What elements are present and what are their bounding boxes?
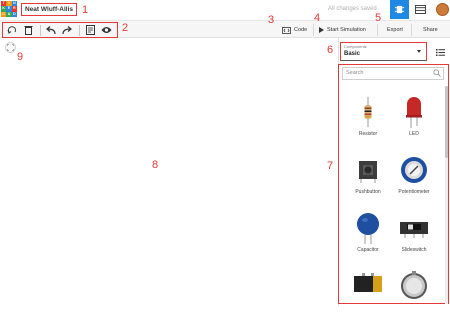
notes-icon bbox=[85, 25, 95, 35]
notes-button[interactable] bbox=[83, 23, 97, 37]
component-tile-led[interactable]: LED bbox=[392, 94, 436, 142]
list-view-icon bbox=[435, 48, 445, 56]
circuit-view-button[interactable] bbox=[390, 0, 409, 19]
play-icon bbox=[319, 27, 324, 33]
workplane-canvas[interactable] bbox=[0, 38, 337, 306]
search-icon bbox=[433, 69, 441, 77]
resistor-icon bbox=[364, 97, 372, 127]
list-view-button[interactable] bbox=[434, 46, 446, 58]
chevron-down-icon bbox=[417, 50, 421, 53]
annotation-number: 3 bbox=[268, 14, 275, 26]
rotate-icon bbox=[7, 26, 16, 34]
annotation-number: 8 bbox=[152, 159, 159, 171]
export-label: Export bbox=[387, 27, 403, 33]
toolbar-divider bbox=[411, 24, 412, 36]
circuit-view-icon bbox=[394, 5, 405, 14]
logo-letter: D bbox=[11, 11, 17, 17]
delete-button[interactable] bbox=[21, 23, 35, 37]
slideswitch-icon bbox=[400, 222, 428, 238]
component-tile-potentiometer[interactable]: Potentiometer bbox=[392, 152, 436, 200]
component-tile-resistor[interactable]: Resistor bbox=[346, 94, 390, 142]
component-label: Resistor bbox=[358, 131, 378, 137]
component-tile-pushbutton[interactable]: Pushbutton bbox=[346, 152, 390, 200]
component-tile-slideswitch[interactable]: Slideswitch bbox=[392, 210, 436, 258]
annotation-number: 9 bbox=[17, 51, 24, 63]
toolbar-divider bbox=[40, 24, 41, 36]
component-label: Pushbutton bbox=[355, 189, 381, 195]
app-header: T I N K E R C A D Neat Wluff-Allis All c… bbox=[0, 0, 450, 20]
component-tile-battery[interactable] bbox=[346, 270, 390, 318]
zoom-to-fit-button[interactable] bbox=[5, 42, 16, 53]
redo-button[interactable] bbox=[60, 23, 74, 37]
annotation-number: 6 bbox=[327, 44, 334, 56]
save-status: All changes saved bbox=[328, 6, 377, 12]
code-button[interactable]: Code bbox=[279, 23, 310, 37]
circuit-name-field[interactable]: Neat Wluff-Allis bbox=[21, 3, 78, 16]
toolbar-divider bbox=[377, 24, 378, 36]
undo-icon bbox=[46, 25, 56, 34]
export-button[interactable]: Export bbox=[384, 23, 406, 37]
schematic-view-button[interactable] bbox=[411, 0, 430, 19]
component-label: LED bbox=[409, 131, 419, 137]
pushbutton-icon bbox=[359, 161, 377, 183]
schematic-view-icon bbox=[415, 5, 426, 14]
component-tile-coin-cell[interactable] bbox=[392, 270, 436, 318]
annotation-number: 5 bbox=[375, 12, 382, 24]
share-button[interactable]: Share bbox=[420, 23, 441, 37]
potentiometer-icon bbox=[401, 157, 427, 183]
toolbar-divider bbox=[313, 24, 314, 36]
undo-button[interactable] bbox=[44, 23, 58, 37]
toolbar-divider bbox=[79, 24, 80, 36]
capacitor-icon bbox=[357, 213, 379, 244]
edit-tools-group bbox=[2, 22, 118, 38]
led-icon bbox=[406, 97, 422, 128]
user-avatar[interactable] bbox=[436, 3, 449, 16]
components-category-select[interactable]: Components Basic bbox=[340, 42, 427, 61]
edit-toolbar: Code Start Simulation Export Share bbox=[0, 20, 450, 38]
component-label: Potentiometer bbox=[398, 189, 430, 195]
rotate-button[interactable] bbox=[5, 23, 19, 37]
component-label: Capacitor bbox=[357, 247, 379, 253]
trash-icon bbox=[24, 26, 32, 35]
panel-scroll-thumb[interactable] bbox=[445, 86, 448, 158]
component-search-input[interactable]: Search bbox=[342, 67, 444, 80]
code-label: Code bbox=[294, 27, 308, 33]
start-simulation-label: Start Simulation bbox=[327, 27, 366, 33]
component-label: Slideswitch bbox=[401, 247, 427, 253]
code-icon bbox=[282, 26, 291, 34]
battery-icon bbox=[354, 273, 382, 292]
tinkercad-logo[interactable]: T I N K E R C A D bbox=[1, 1, 17, 17]
fit-view-icon bbox=[7, 44, 14, 51]
eye-icon bbox=[101, 27, 111, 33]
coin-cell-icon bbox=[401, 271, 427, 299]
annotation-number: 4 bbox=[314, 12, 321, 24]
annotation-number: 2 bbox=[122, 22, 129, 34]
redo-icon bbox=[62, 25, 72, 34]
share-label: Share bbox=[423, 27, 438, 33]
component-tile-capacitor[interactable]: Capacitor bbox=[346, 210, 390, 258]
visibility-button[interactable] bbox=[99, 23, 113, 37]
annotation-number: 7 bbox=[327, 160, 334, 172]
start-simulation-button[interactable]: Start Simulation bbox=[316, 23, 369, 37]
components-select-value: Basic bbox=[344, 51, 361, 57]
annotation-number: 1 bbox=[82, 4, 89, 16]
